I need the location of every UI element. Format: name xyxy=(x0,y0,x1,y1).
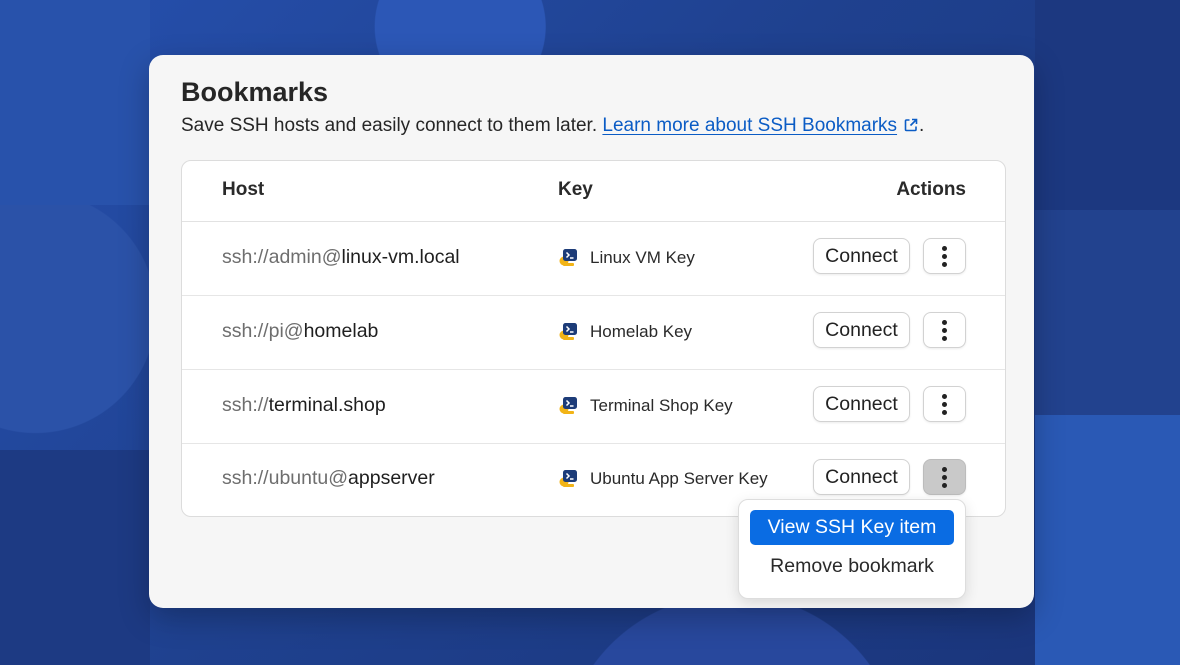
ssh-key-icon xyxy=(559,249,577,266)
key-cell: Ubuntu App Server Key xyxy=(558,467,768,489)
menu-item-remove-bookmark[interactable]: Remove bookmark xyxy=(750,549,954,584)
subtitle-text: Save SSH hosts and easily connect to the… xyxy=(181,115,598,136)
key-name: Linux VM Key xyxy=(590,248,695,267)
key-cell: Homelab Key xyxy=(558,320,692,342)
key-name: Terminal Shop Key xyxy=(590,396,733,415)
key-cell: Linux VM Key xyxy=(558,246,695,268)
menu-item-view-ssh-key[interactable]: View SSH Key item xyxy=(750,510,954,545)
host-address: ssh://pi@homelab xyxy=(222,320,379,342)
connect-button[interactable]: Connect xyxy=(813,386,910,422)
table-row: ssh://pi@homelab Homelab Key Connect xyxy=(182,296,1005,370)
learn-more-link[interactable]: Learn more about SSH Bookmarks xyxy=(602,115,897,136)
ssh-key-icon xyxy=(559,323,577,340)
more-vertical-icon xyxy=(942,466,947,488)
column-header-host: Host xyxy=(222,179,265,200)
connect-button[interactable]: Connect xyxy=(813,459,910,495)
row-actions-menu: View SSH Key item Remove bookmark xyxy=(738,499,966,599)
more-actions-button[interactable] xyxy=(923,386,966,422)
ssh-key-icon xyxy=(559,470,577,487)
more-vertical-icon xyxy=(942,393,947,415)
page-subtitle: Save SSH hosts and easily connect to the… xyxy=(181,115,924,137)
host-address: ssh://ubuntu@appserver xyxy=(222,467,435,489)
bookmarks-panel: Bookmarks Save SSH hosts and easily conn… xyxy=(149,55,1034,608)
more-actions-button[interactable] xyxy=(923,459,966,495)
more-actions-button[interactable] xyxy=(923,238,966,274)
key-name: Ubuntu App Server Key xyxy=(590,469,768,488)
more-vertical-icon xyxy=(942,245,947,267)
connect-button[interactable]: Connect xyxy=(813,312,910,348)
ssh-key-icon xyxy=(559,397,577,414)
host-address: ssh://terminal.shop xyxy=(222,394,386,416)
more-vertical-icon xyxy=(942,319,947,341)
host-address: ssh://admin@linux-vm.local xyxy=(222,246,460,268)
bookmarks-table: Host Key Actions ssh://admin@linux-vm.lo… xyxy=(181,160,1006,517)
key-cell: Terminal Shop Key xyxy=(558,394,733,416)
table-header: Host Key Actions xyxy=(182,161,1005,222)
table-row: ssh://terminal.shop Terminal Shop Key Co… xyxy=(182,370,1005,444)
subtitle-period: . xyxy=(919,115,925,136)
external-link-icon xyxy=(904,118,918,132)
more-actions-button[interactable] xyxy=(923,312,966,348)
table-row: ssh://admin@linux-vm.local Linux VM Key … xyxy=(182,222,1005,296)
connect-button[interactable]: Connect xyxy=(813,238,910,274)
page-title: Bookmarks xyxy=(181,77,329,107)
column-header-key: Key xyxy=(558,179,593,200)
column-header-actions: Actions xyxy=(896,179,966,200)
key-name: Homelab Key xyxy=(590,322,693,341)
